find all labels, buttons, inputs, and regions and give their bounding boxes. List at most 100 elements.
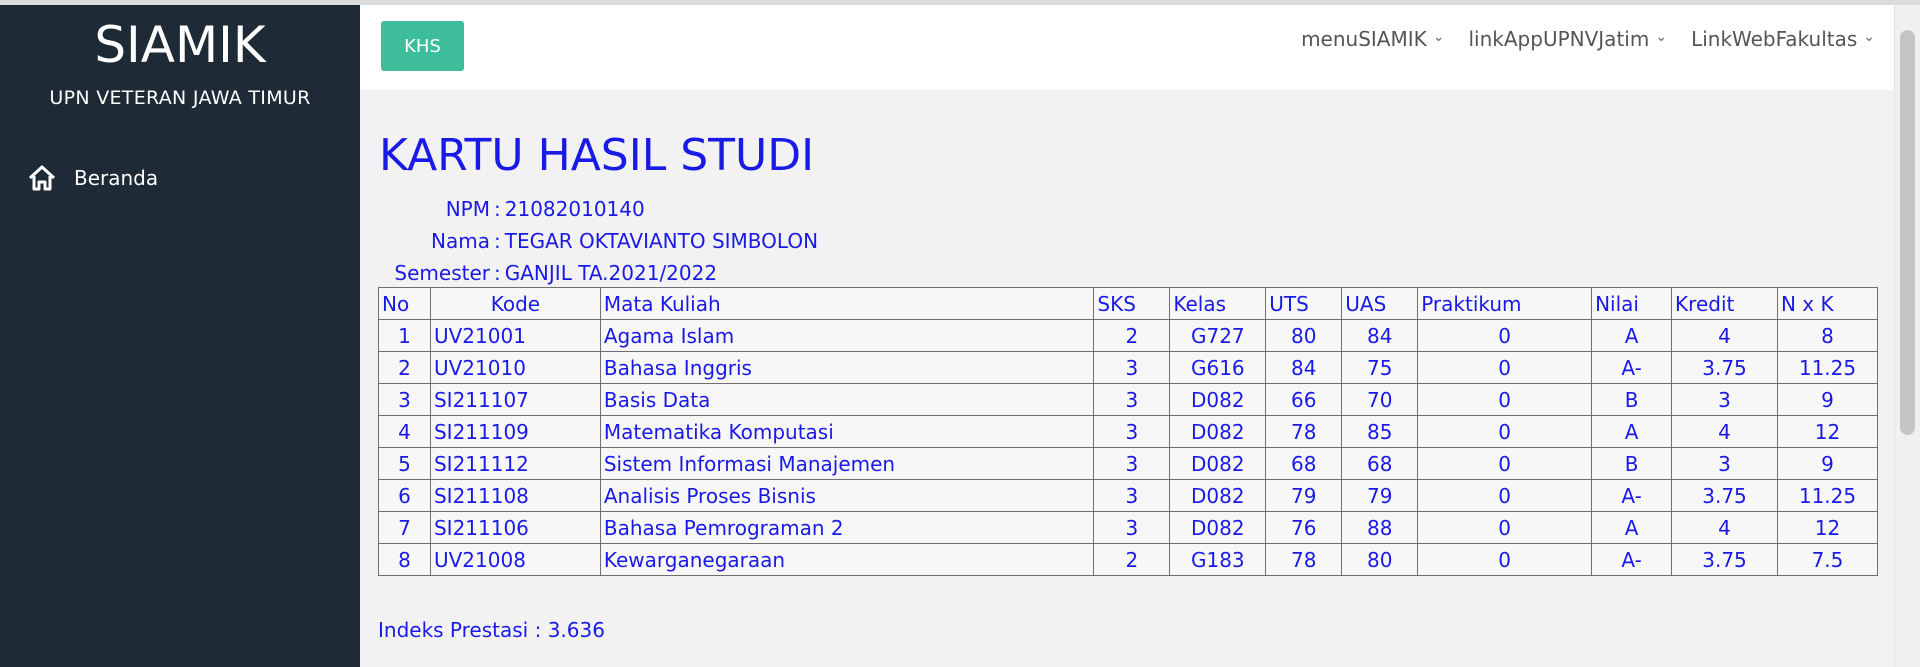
cell-no: 6 <box>378 479 431 512</box>
nama-label: Nama <box>431 229 490 253</box>
cell-uts: 76 <box>1265 511 1343 544</box>
cell-uas: 80 <box>1341 543 1419 576</box>
cell-nxk: 9 <box>1776 383 1879 416</box>
table-row: 8 UV21008 Kewarganegaraan 2 G183 78 80 0 A- 3.75 7… <box>378 543 1879 576</box>
menu-linkapp-upnvjatim[interactable]: linkAppUPNVJatim ⌄ <box>1469 27 1668 51</box>
ip-label: Indeks Prestasi <box>378 618 529 642</box>
cell-nilai: B <box>1591 383 1673 416</box>
cell-kelas: G183 <box>1169 543 1267 576</box>
menu-siamik[interactable]: menuSIAMIK ⌄ <box>1301 27 1444 51</box>
scrollbar[interactable] <box>1894 5 1920 667</box>
cell-praktikum: 0 <box>1417 479 1593 512</box>
cell-kredit: 3.75 <box>1671 543 1778 576</box>
sidebar-item-beranda[interactable]: Beranda <box>28 165 158 191</box>
table-row: 5 SI211112 Sistem Informasi Manajemen 3 D082… <box>378 447 1879 480</box>
cell-nilai: A- <box>1591 543 1673 576</box>
table-row: 6 SI211108 Analisis Proses Bisnis 3 D082 79 79… <box>378 479 1879 512</box>
cell-kode: UV21008 <box>429 543 601 576</box>
colon: : <box>534 618 548 642</box>
cell-nxk: 8 <box>1776 319 1879 352</box>
cell-sks: 2 <box>1093 543 1171 576</box>
cell-nilai: A- <box>1591 479 1673 512</box>
table-row: 3 SI211107 Basis Data 3 D082 66 70 0 B 3 9 <box>378 383 1879 416</box>
cell-kode: UV21010 <box>429 351 601 384</box>
cell-uas: 85 <box>1341 415 1419 448</box>
scrollbar-thumb[interactable] <box>1900 30 1915 435</box>
menu-label: menuSIAMIK <box>1301 27 1427 51</box>
header-praktikum: Praktikum <box>1417 287 1593 320</box>
nama-value: TEGAR OKTAVIANTO SIMBOLON <box>504 229 819 253</box>
page-title: KARTU HASIL STUDI <box>379 130 815 181</box>
cell-nilai: A <box>1591 511 1673 544</box>
cell-mata-kuliah: Bahasa Inggris <box>599 351 1095 384</box>
header-kode: Kode <box>429 287 601 320</box>
main-content: KARTU HASIL STUDI NPM : 21082010140 Nama… <box>360 90 1895 667</box>
cell-sks: 3 <box>1093 479 1171 512</box>
cell-nxk: 7.5 <box>1776 543 1879 576</box>
header-kredit: Kredit <box>1671 287 1778 320</box>
cell-kredit: 4 <box>1671 511 1778 544</box>
cell-nxk: 12 <box>1776 511 1879 544</box>
cell-praktikum: 0 <box>1417 415 1593 448</box>
cell-no: 2 <box>378 351 431 384</box>
cell-no: 4 <box>378 415 431 448</box>
cell-no: 5 <box>378 447 431 480</box>
header-kelas: Kelas <box>1169 287 1267 320</box>
cell-kelas: D082 <box>1169 415 1267 448</box>
cell-sks: 3 <box>1093 415 1171 448</box>
cell-kode: SI211108 <box>429 479 601 512</box>
menu-label: linkAppUPNVJatim <box>1468 27 1650 51</box>
semester-value: GANJIL TA.2021/2022 <box>504 261 718 285</box>
cell-kode: SI211109 <box>429 415 601 448</box>
brand-subtitle: UPN VETERAN JAWA TIMUR <box>49 87 311 109</box>
cell-kredit: 3.75 <box>1671 479 1778 512</box>
cell-kelas: D082 <box>1169 447 1267 480</box>
cell-sks: 3 <box>1093 447 1171 480</box>
ip-value: 3.636 <box>547 618 605 642</box>
semester-row: Semester : GANJIL TA.2021/2022 <box>380 261 717 285</box>
cell-uts: 78 <box>1265 415 1343 448</box>
colon: : <box>494 197 501 221</box>
cell-uts: 68 <box>1265 447 1343 480</box>
colon: : <box>494 261 501 285</box>
header-mata-kuliah: Mata Kuliah <box>599 287 1095 320</box>
header-no: No <box>378 287 431 320</box>
cell-sks: 3 <box>1093 511 1171 544</box>
table-row: 4 SI211109 Matematika Komputasi 3 D082 78 85 0 A… <box>378 415 1879 448</box>
menu-linkweb-fakultas[interactable]: LinkWebFakultas ⌄ <box>1691 27 1875 51</box>
cell-praktikum: 0 <box>1417 543 1593 576</box>
cell-uts: 80 <box>1265 319 1343 352</box>
chevron-down-icon: ⌄ <box>1863 29 1875 45</box>
cell-nilai: B <box>1591 447 1673 480</box>
cell-praktikum: 0 <box>1417 383 1593 416</box>
cell-nilai: A- <box>1591 351 1673 384</box>
cell-kode: UV21001 <box>429 319 601 352</box>
cell-kredit: 3 <box>1671 383 1778 416</box>
cell-uas: 70 <box>1341 383 1419 416</box>
cell-uts: 84 <box>1265 351 1343 384</box>
cell-kredit: 3 <box>1671 447 1778 480</box>
npm-label: NPM <box>445 197 490 221</box>
cell-mata-kuliah: Matematika Komputasi <box>599 415 1095 448</box>
table-row: 7 SI211106 Bahasa Pemrograman 2 3 D082 76 88 0 A… <box>378 511 1879 544</box>
cell-praktikum: 0 <box>1417 511 1593 544</box>
chevron-down-icon: ⌄ <box>1655 29 1668 45</box>
header-nxk: N x K <box>1776 287 1879 320</box>
brand-title: SIAMIK <box>94 16 266 74</box>
cell-mata-kuliah: Basis Data <box>599 383 1095 416</box>
table-row: 2 UV21010 Bahasa Inggris 3 G616 84 75 0 A- 3.75 11… <box>378 351 1879 384</box>
cell-nxk: 11.25 <box>1776 351 1879 384</box>
cell-sks: 2 <box>1093 319 1171 352</box>
home-icon <box>28 165 56 191</box>
cell-praktikum: 0 <box>1417 319 1593 352</box>
cell-uas: 84 <box>1341 319 1419 352</box>
khs-button[interactable]: KHS <box>381 21 464 71</box>
cell-mata-kuliah: Analisis Proses Bisnis <box>599 479 1095 512</box>
cell-nxk: 12 <box>1776 415 1879 448</box>
cell-uts: 78 <box>1265 543 1343 576</box>
table-header-row: No Kode Mata Kuliah SKS Kelas UTS UAS Pr… <box>378 287 1879 320</box>
npm-value: 21082010140 <box>504 197 645 221</box>
cell-nilai: A <box>1591 415 1673 448</box>
cell-uas: 68 <box>1341 447 1419 480</box>
header-uas: UAS <box>1341 287 1419 320</box>
